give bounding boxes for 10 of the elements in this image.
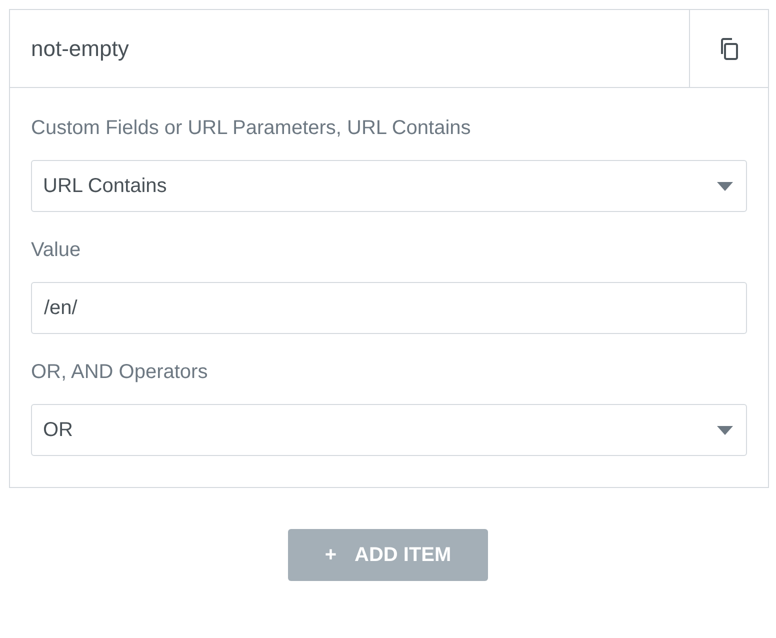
- field-label: OR, AND Operators: [31, 360, 209, 384]
- copy-icon: [719, 38, 739, 60]
- caret-icon: [717, 182, 733, 190]
- field-label: Value: [31, 238, 82, 262]
- select-field[interactable]: OR: [31, 404, 747, 456]
- field-label: Custom Fields or URL Parameters, URL Contains: [31, 116, 472, 140]
- input-field[interactable]: /en/: [31, 282, 747, 334]
- caret-icon: [717, 426, 733, 434]
- select-field[interactable]: URL Contains: [31, 160, 747, 212]
- panel-title: not-empty: [31, 35, 129, 63]
